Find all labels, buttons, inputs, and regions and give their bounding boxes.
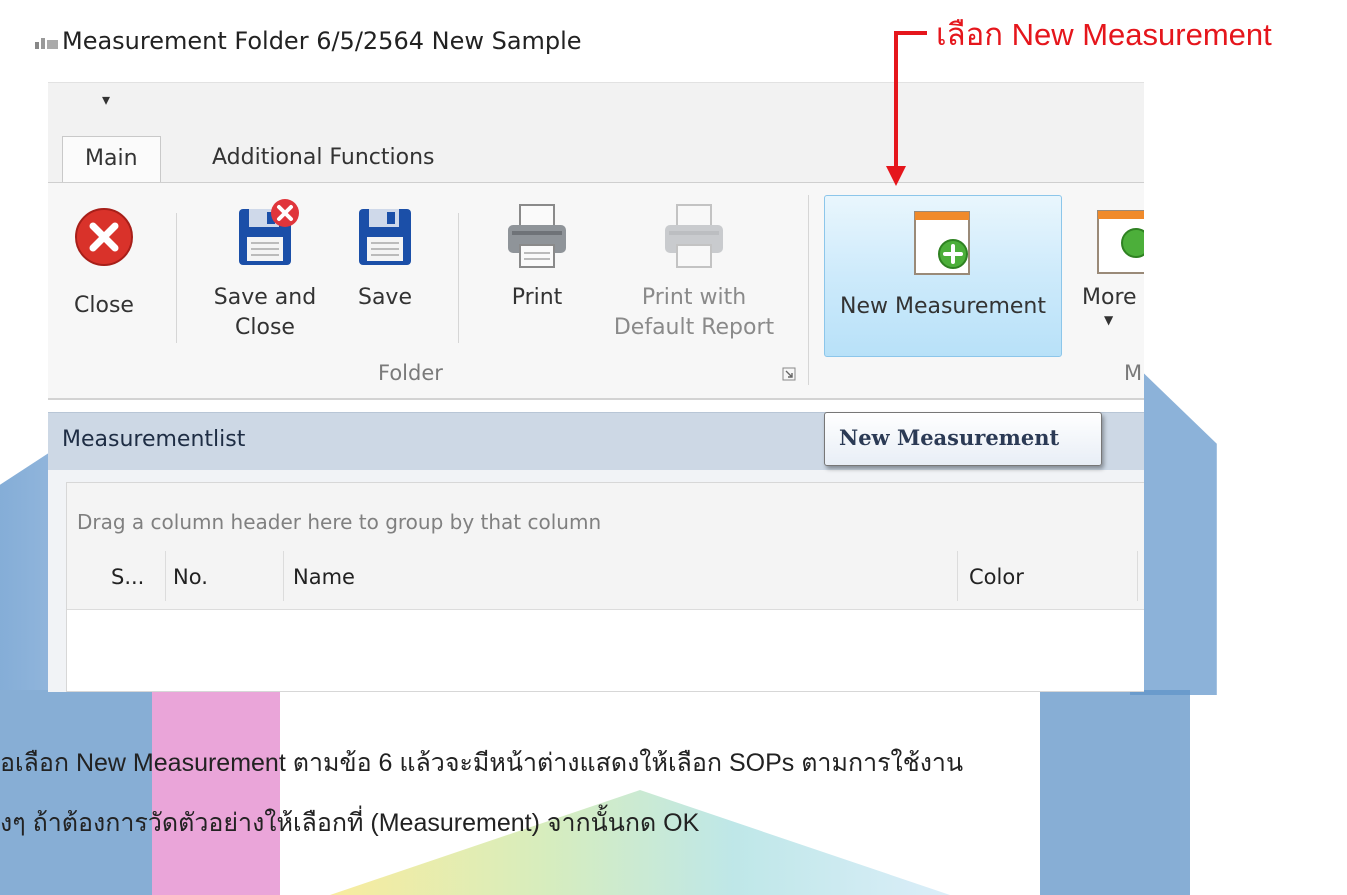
grid-column-header-row: S... No. Name Color: [67, 545, 1144, 610]
save-button[interactable]: Save: [344, 183, 426, 313]
print-icon: [508, 204, 566, 268]
print-default-label-line1: Print with: [641, 285, 747, 310]
instruction-line-2: งๆ ถ้าต้องการวัดตัวอย่างให้เลือกที่ (Mea…: [0, 809, 700, 837]
column-header-color[interactable]: Color: [969, 565, 1024, 589]
print-label: Print: [511, 285, 563, 310]
column-separator: [165, 551, 166, 601]
background-bar-blue-left: [0, 690, 152, 895]
save-close-icon: [239, 199, 299, 265]
column-header-status[interactable]: S...: [111, 565, 144, 589]
ribbon: Close Save and Close Save Print Print wi…: [48, 182, 1144, 400]
measurement-grid: Drag a column header here to group by th…: [66, 482, 1144, 692]
background-bar-pink: [152, 690, 280, 895]
save-and-close-label-line1: Save and: [213, 285, 317, 310]
ribbon-separator: [808, 195, 809, 385]
annotation-arrow: [886, 31, 927, 186]
column-header-no[interactable]: No.: [173, 565, 208, 589]
save-icon: [359, 209, 411, 265]
close-button[interactable]: Close: [64, 183, 144, 321]
ribbon-group-label-folder: Folder: [378, 361, 443, 385]
more-icon: [1097, 210, 1144, 274]
tooltip-text: New Measurement: [839, 425, 1060, 450]
group-by-hint: Drag a column header here to group by th…: [77, 510, 602, 534]
print-button[interactable]: Print: [492, 183, 582, 313]
column-header-name[interactable]: Name: [293, 565, 355, 589]
ribbon-group-label-truncated: M: [1124, 361, 1143, 385]
new-measurement-tooltip: New Measurement: [824, 412, 1102, 466]
save-and-close-button[interactable]: Save and Close: [198, 183, 332, 343]
column-separator: [957, 551, 958, 601]
background-bar-blue-right: [1040, 690, 1190, 895]
close-icon: [75, 208, 133, 266]
more-button[interactable]: More ▼: [1076, 183, 1144, 327]
new-measurement-icon: [914, 211, 970, 275]
ribbon-separator: [176, 213, 177, 343]
print-default-icon: [665, 204, 723, 268]
new-measurement-button[interactable]: New Measurement: [824, 195, 1062, 357]
column-separator: [1137, 551, 1138, 601]
measurement-list-body: Drag a column header here to group by th…: [48, 470, 1144, 692]
save-label: Save: [357, 285, 412, 310]
background-wedge-right: [1130, 360, 1217, 695]
print-default-label-line2: Default Report: [613, 315, 775, 340]
more-label: More: [1082, 285, 1137, 310]
dialog-launcher-icon[interactable]: [782, 367, 796, 384]
ribbon-separator: [458, 213, 459, 343]
instruction-line-1: อเลือก New Measurement ตามข้อ 6 แล้วจะมี…: [0, 749, 964, 777]
save-and-close-label-line2: Close: [235, 315, 295, 340]
new-measurement-label: New Measurement: [839, 294, 1046, 319]
column-separator: [283, 551, 284, 601]
print-with-default-report-button[interactable]: Print with Default Report: [604, 183, 784, 343]
close-label: Close: [74, 293, 134, 318]
group-by-panel[interactable]: Drag a column header here to group by th…: [67, 483, 1144, 545]
measurement-list-title: Measurementlist: [62, 427, 246, 452]
more-dropdown-arrow-icon: ▼: [1104, 313, 1114, 327]
